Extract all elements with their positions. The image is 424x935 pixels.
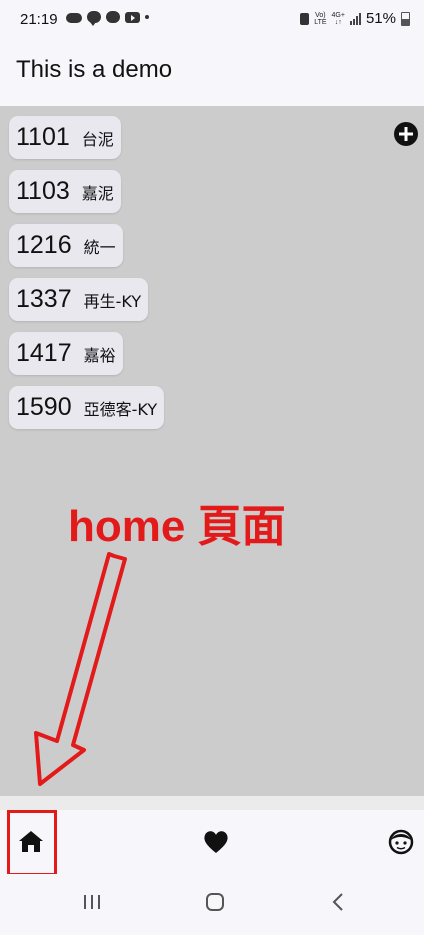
stock-code: 1590: [16, 393, 72, 421]
back-icon[interactable]: [330, 893, 346, 911]
stock-code: 1216: [16, 231, 72, 259]
recent-apps-icon[interactable]: [82, 893, 102, 911]
nav-profile[interactable]: [386, 827, 416, 857]
system-home-icon[interactable]: [205, 893, 225, 911]
annotation-highlight-box: [7, 810, 57, 876]
stock-chip[interactable]: 1101 台泥: [9, 116, 121, 159]
more-notifications-dot-icon: [145, 15, 149, 19]
mobile-data-indicator: 4G+ ↓↑: [331, 11, 345, 26]
stock-code: 1103: [16, 177, 70, 205]
stock-list: 1101 台泥 1103 嘉泥 1216 統一 1337 再生-KY 1417 …: [9, 116, 165, 440]
signal-strength-icon: [349, 12, 361, 25]
stock-chip[interactable]: 1337 再生-KY: [9, 278, 149, 321]
stock-code: 1337: [16, 285, 72, 313]
bottom-nav-divider: [0, 796, 424, 810]
stock-name: 嘉泥: [81, 183, 114, 203]
app-bar: This is a demo: [0, 40, 424, 106]
stock-chip[interactable]: 1417 嘉裕: [9, 332, 123, 375]
status-time: 21:19: [20, 11, 58, 28]
stock-name: 台泥: [81, 129, 114, 149]
volte-indicator: Vo) LTE: [314, 11, 327, 26]
add-stock-button[interactable]: [394, 122, 418, 146]
stock-chip[interactable]: 1590 亞德客-KY: [9, 386, 165, 429]
battery-percent: 51%: [365, 10, 396, 27]
page-title: This is a demo: [16, 56, 173, 83]
stock-chip[interactable]: 1103 嘉泥: [9, 170, 121, 213]
youtube-icon: [125, 11, 140, 23]
battery-icon: [401, 11, 410, 26]
stock-chip[interactable]: 1216 統一: [9, 224, 123, 267]
system-navigation-bar: [0, 874, 424, 935]
stock-name: 統一: [83, 237, 116, 257]
stock-name: 亞德客-KY: [83, 399, 158, 419]
main-content: 1101 台泥 1103 嘉泥 1216 統一 1337 再生-KY 1417 …: [0, 106, 424, 796]
lock-icon: [300, 12, 310, 25]
system-status-icons: Vo) LTE 4G+ ↓↑ 51%: [300, 10, 410, 27]
cloud-icon: [66, 13, 82, 23]
bottom-navigation: [0, 810, 424, 874]
notification-icons: [66, 11, 149, 26]
status-bar: 21:19 Vo) LTE 4G+ ↓↑ 51%: [0, 0, 424, 40]
annotation-label: home 頁面: [68, 502, 286, 551]
line-app-icon: [87, 11, 101, 26]
stock-name: 再生-KY: [83, 291, 142, 311]
face-icon: [388, 829, 414, 855]
stock-code: 1417: [16, 339, 72, 367]
heart-icon: [204, 831, 228, 853]
stock-code: 1101: [16, 123, 70, 151]
chat-icon: [106, 11, 120, 23]
stock-name: 嘉裕: [83, 345, 116, 365]
nav-favorites[interactable]: [201, 827, 231, 857]
